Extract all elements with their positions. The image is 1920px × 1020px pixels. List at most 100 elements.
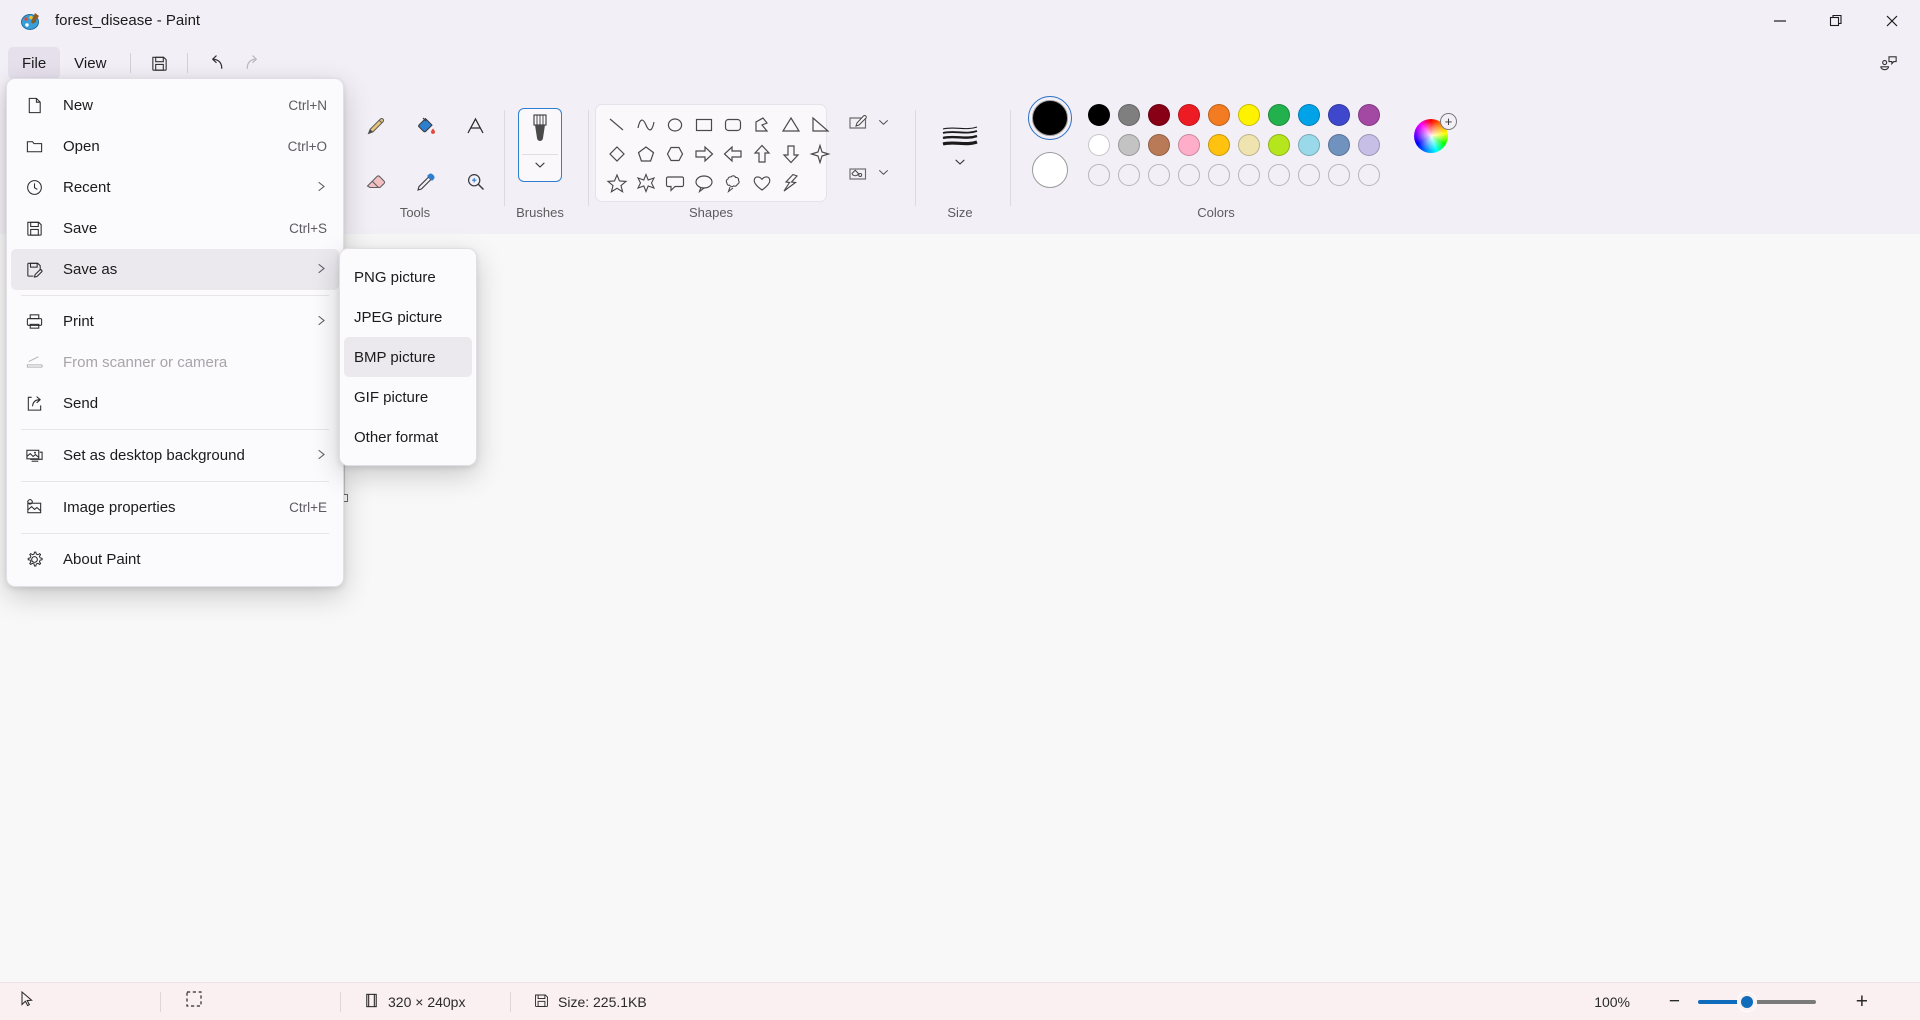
shape-left-arrow[interactable]	[718, 139, 747, 168]
ribbon-separator-3	[915, 110, 916, 206]
palette-swatch[interactable]	[1148, 134, 1170, 156]
shape-right-triangle[interactable]	[805, 110, 834, 139]
palette-swatch[interactable]	[1208, 134, 1230, 156]
palette-swatch[interactable]	[1298, 104, 1320, 126]
file-menu-item-recent[interactable]: Recent	[11, 167, 339, 208]
file-menu-item-image-properties[interactable]: Image properties Ctrl+E	[11, 487, 339, 528]
magnifier-icon[interactable]	[456, 162, 496, 202]
pencil-icon[interactable]	[356, 106, 396, 146]
palette-swatch[interactable]	[1118, 134, 1140, 156]
custom-swatch[interactable]	[1148, 164, 1170, 186]
brushes-button[interactable]	[518, 108, 562, 182]
custom-swatch[interactable]	[1358, 164, 1380, 186]
custom-swatch[interactable]	[1178, 164, 1200, 186]
save-as-item-other-format[interactable]: Other format	[344, 417, 472, 457]
shape-four-point-star[interactable]	[805, 139, 834, 168]
palette-swatch[interactable]	[1178, 104, 1200, 126]
palette-swatch[interactable]	[1088, 134, 1110, 156]
eraser-icon[interactable]	[356, 162, 396, 202]
palette-swatch[interactable]	[1268, 134, 1290, 156]
fill-icon[interactable]	[841, 154, 875, 194]
menu-tab-view[interactable]: View	[60, 47, 120, 79]
save-as-item-bmp[interactable]: BMP picture	[344, 337, 472, 377]
file-menu-item-open[interactable]: Open Ctrl+O	[11, 126, 339, 167]
palette-swatch[interactable]	[1358, 104, 1380, 126]
shape-right-arrow[interactable]	[689, 139, 718, 168]
menu-tab-file[interactable]: File	[8, 47, 61, 79]
outline-icon[interactable]	[841, 104, 875, 144]
shape-five-point-star[interactable]	[602, 168, 631, 197]
palette-swatch[interactable]	[1328, 104, 1350, 126]
shape-oval[interactable]	[660, 110, 689, 139]
palette-swatch[interactable]	[1088, 104, 1110, 126]
shape-diamond[interactable]	[602, 139, 631, 168]
custom-swatch[interactable]	[1268, 164, 1290, 186]
file-menu-item-save-as[interactable]: Save as	[11, 249, 339, 290]
maximize-button[interactable]	[1808, 0, 1864, 42]
file-menu-item-send[interactable]: Send	[11, 383, 339, 424]
palette-swatch[interactable]	[1268, 104, 1290, 126]
paint-palette-icon	[20, 10, 42, 32]
custom-swatch[interactable]	[1118, 164, 1140, 186]
file-menu-item-set-as-desktop-background[interactable]: Set as desktop background	[11, 435, 339, 476]
fill-bucket-icon[interactable]	[406, 106, 446, 146]
custom-swatch[interactable]	[1208, 164, 1230, 186]
secondary-color-swatch[interactable]	[1032, 152, 1068, 188]
outline-chevron-down-icon[interactable]	[877, 116, 890, 134]
size-button[interactable]	[932, 108, 988, 182]
shape-line[interactable]	[602, 110, 631, 139]
ribbon-separator-2	[588, 110, 589, 206]
file-menu-label: Print	[63, 313, 94, 330]
shape-rounded-rectangle[interactable]	[718, 110, 747, 139]
fill-chevron-down-icon[interactable]	[877, 166, 890, 184]
save-as-item-jpeg[interactable]: JPEG picture	[344, 297, 472, 337]
custom-swatch[interactable]	[1088, 164, 1110, 186]
shape-rectangle[interactable]	[689, 110, 718, 139]
palette-swatch[interactable]	[1238, 104, 1260, 126]
shape-up-arrow[interactable]	[747, 139, 776, 168]
feedback-icon[interactable]	[1870, 47, 1906, 79]
zoom-out-button[interactable]: −	[1669, 992, 1680, 1011]
file-menu-item-print[interactable]: Print	[11, 301, 339, 342]
shape-oval-callout[interactable]	[689, 168, 718, 197]
shape-hexagon[interactable]	[660, 139, 689, 168]
palette-swatch[interactable]	[1118, 104, 1140, 126]
file-menu-item-save[interactable]: Save Ctrl+S	[11, 208, 339, 249]
palette-swatch[interactable]	[1358, 134, 1380, 156]
undo-icon[interactable]	[198, 47, 234, 79]
minimize-button[interactable]	[1752, 0, 1808, 42]
custom-swatch[interactable]	[1298, 164, 1320, 186]
custom-swatch[interactable]	[1328, 164, 1350, 186]
shape-six-point-star[interactable]	[631, 168, 660, 197]
shape-triangle[interactable]	[776, 110, 805, 139]
text-icon[interactable]	[456, 106, 496, 146]
primary-color-swatch[interactable]	[1032, 100, 1068, 136]
save-as-item-png[interactable]: PNG picture	[344, 257, 472, 297]
palette-swatch[interactable]	[1178, 134, 1200, 156]
file-menu-item-about-paint[interactable]: About Paint	[11, 539, 339, 580]
shape-heart[interactable]	[747, 168, 776, 197]
palette-swatch[interactable]	[1328, 134, 1350, 156]
shape-cloud-callout[interactable]	[718, 168, 747, 197]
file-menu-item-new[interactable]: New Ctrl+N	[11, 85, 339, 126]
edit-colors-plus-icon[interactable]: +	[1440, 113, 1457, 130]
palette-swatch[interactable]	[1298, 134, 1320, 156]
shape-down-arrow[interactable]	[776, 139, 805, 168]
save-as-item-gif[interactable]: GIF picture	[344, 377, 472, 417]
shape-pentagon[interactable]	[631, 139, 660, 168]
zoom-in-button[interactable]: +	[1856, 991, 1868, 1012]
shape-rounded-callout[interactable]	[660, 168, 689, 197]
ribbon-group-size: Size	[922, 84, 998, 234]
palette-swatch[interactable]	[1148, 104, 1170, 126]
custom-swatch[interactable]	[1238, 164, 1260, 186]
zoom-slider[interactable]	[1698, 992, 1816, 1011]
save-icon[interactable]	[141, 47, 177, 79]
palette-swatch[interactable]	[1208, 104, 1230, 126]
color-picker-icon[interactable]	[406, 162, 446, 202]
shape-lightning[interactable]	[776, 168, 805, 197]
shape-polygon[interactable]	[747, 110, 776, 139]
zoom-slider-thumb[interactable]	[1738, 992, 1756, 1011]
shape-curve[interactable]	[631, 110, 660, 139]
palette-swatch[interactable]	[1238, 134, 1260, 156]
close-button[interactable]	[1864, 0, 1920, 42]
